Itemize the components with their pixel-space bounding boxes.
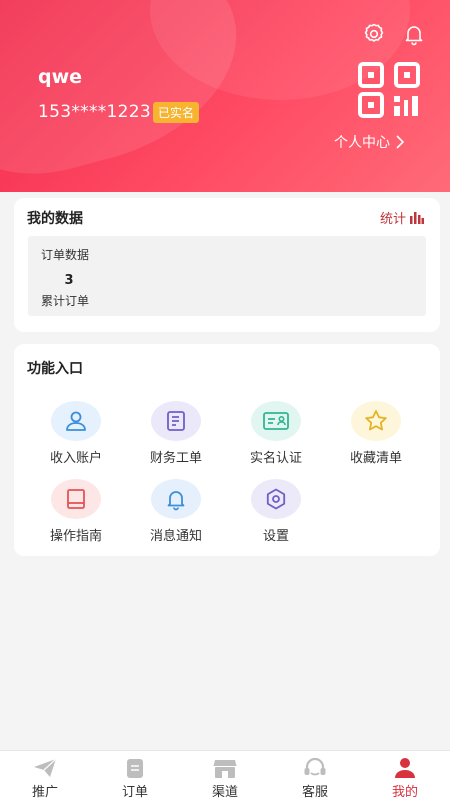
phone-number: 153****1223 xyxy=(38,102,152,122)
user-icon xyxy=(51,401,101,441)
verified-badge: 已实名 xyxy=(153,102,200,123)
tab-label: 渠道 xyxy=(211,785,238,800)
functions-title: 功能入口 xyxy=(27,361,83,377)
bottom-tab-bar: 推广 订单 渠道 客服 我的 xyxy=(0,750,450,801)
chevron-right-icon xyxy=(396,135,405,149)
func-label: 设置 xyxy=(262,529,289,544)
func-label: 收藏清单 xyxy=(349,451,402,466)
personal-center-link[interactable]: 个人中心 xyxy=(334,132,405,152)
func-label: 实名认证 xyxy=(249,451,302,466)
tab-channels[interactable]: 渠道 xyxy=(180,751,270,801)
person-icon xyxy=(395,758,415,778)
func-guide[interactable]: 操作指南 xyxy=(26,479,126,544)
order-count: 3 xyxy=(64,273,74,288)
func-income-account[interactable]: 收入账户 xyxy=(26,401,126,466)
func-real-name-auth[interactable]: 实名认证 xyxy=(226,401,326,466)
bell-icon xyxy=(151,479,201,519)
bar-chart-icon xyxy=(410,211,424,224)
func-finance-ticket[interactable]: 财务工单 xyxy=(126,401,226,466)
book-icon xyxy=(51,479,101,519)
tab-promotion[interactable]: 推广 xyxy=(0,751,90,801)
stats-link[interactable]: 统计 xyxy=(380,208,424,227)
func-label: 收入账户 xyxy=(49,451,102,466)
func-label: 消息通知 xyxy=(149,529,202,544)
my-data-title: 我的数据 xyxy=(27,211,83,227)
settings-gear-icon[interactable] xyxy=(362,22,386,46)
stats-label: 统计 xyxy=(379,212,406,227)
username: qwe xyxy=(38,66,83,88)
tab-orders[interactable]: 订单 xyxy=(90,751,180,801)
personal-center-label: 个人中心 xyxy=(334,135,390,151)
tab-label: 我的 xyxy=(391,785,418,800)
order-data-title: 订单数据 xyxy=(41,248,90,262)
func-label: 财务工单 xyxy=(149,451,202,466)
bell-icon[interactable] xyxy=(402,22,426,46)
tab-label: 客服 xyxy=(301,785,328,800)
id-card-icon xyxy=(251,401,301,441)
star-icon xyxy=(351,401,401,441)
tab-label: 推广 xyxy=(31,785,58,800)
store-icon xyxy=(213,760,237,778)
qr-code-icon[interactable] xyxy=(358,62,422,118)
func-favorites[interactable]: 收藏清单 xyxy=(326,401,426,466)
tab-label: 订单 xyxy=(121,785,148,800)
paper-plane-icon xyxy=(34,758,57,777)
headset-icon xyxy=(304,757,326,776)
document-list-icon xyxy=(151,401,201,441)
func-notifications[interactable]: 消息通知 xyxy=(126,479,226,544)
tab-customer-service[interactable]: 客服 xyxy=(270,751,360,801)
hexagon-settings-icon xyxy=(251,479,301,519)
my-data-card: 我的数据 统计 订单数据 3 累计订单 xyxy=(14,198,440,332)
func-label: 操作指南 xyxy=(49,529,102,544)
order-data-box[interactable]: 订单数据 3 累计订单 xyxy=(28,236,426,316)
order-count-label: 累计订单 xyxy=(41,294,90,308)
clipboard-icon xyxy=(127,759,143,778)
functions-card: 功能入口 收入账户 财务工单 实名认证 收藏清单 操作指南 消息通知 设置 xyxy=(14,344,440,556)
tab-mine[interactable]: 我的 xyxy=(360,751,450,801)
func-settings[interactable]: 设置 xyxy=(226,479,326,544)
profile-header: qwe 153****1223 已实名 个人中心 xyxy=(0,0,450,192)
